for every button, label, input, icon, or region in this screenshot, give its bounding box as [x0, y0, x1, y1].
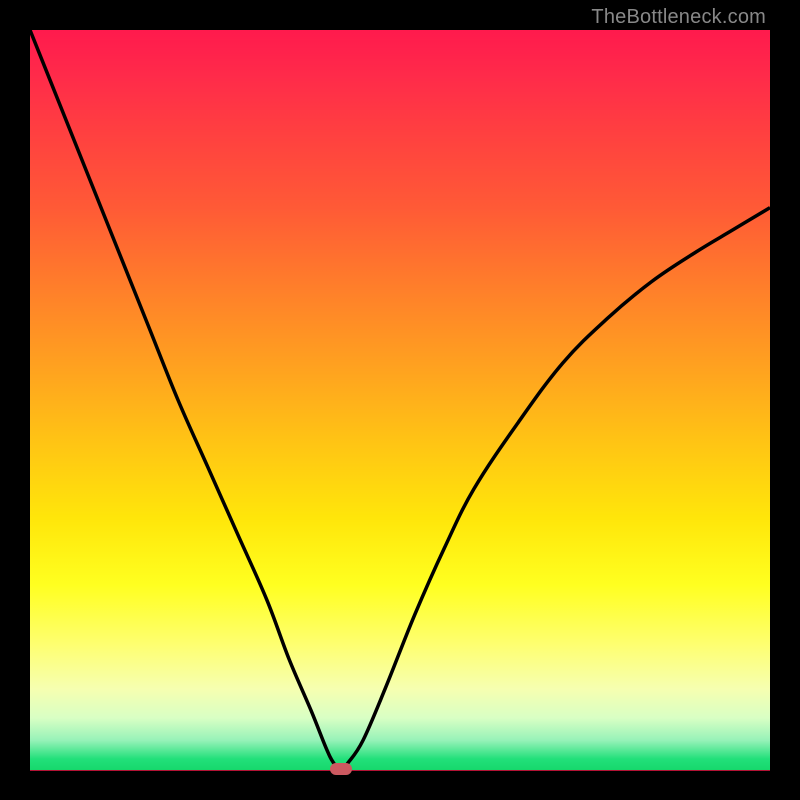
watermark-text: TheBottleneck.com: [591, 6, 766, 29]
curve-path: [30, 30, 770, 770]
bottleneck-curve: [30, 30, 770, 770]
plot-area: [30, 30, 770, 771]
optimal-marker: [330, 763, 352, 775]
chart-stage: TheBottleneck.com: [0, 0, 800, 800]
